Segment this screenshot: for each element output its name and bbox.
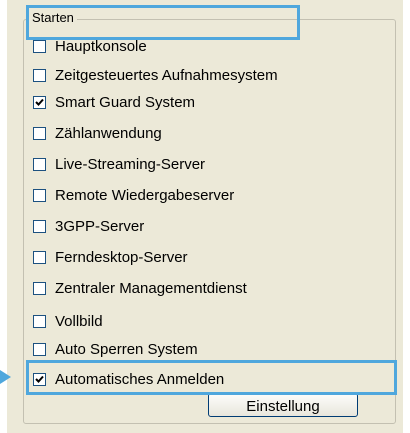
option-hauptkonsole[interactable]: Hauptkonsole: [33, 37, 147, 55]
option-remote-wiedergabeserver[interactable]: Remote Wiedergabeserver: [33, 186, 235, 204]
option-label: Zentraler Managementdienst: [55, 279, 247, 297]
einstellung-button[interactable]: Einstellung: [208, 393, 358, 417]
pointer-arrow-icon: [0, 370, 11, 384]
checkbox[interactable]: [33, 250, 46, 264]
option-ferndesktop-server[interactable]: Ferndesktop-Server: [33, 248, 188, 266]
highlight-box-starten: [26, 5, 300, 40]
checkbox[interactable]: [33, 188, 46, 202]
highlight-box-automatisches-anmelden: [26, 360, 397, 395]
option-label: Auto Sperren System: [55, 340, 198, 358]
option-label: Ferndesktop-Server: [55, 248, 188, 266]
option-label: Hauptkonsole: [55, 37, 147, 55]
checkbox[interactable]: [33, 95, 46, 109]
checkbox[interactable]: [33, 342, 46, 356]
option-label: Zählanwendung: [55, 124, 162, 142]
option-label: Live-Streaming-Server: [55, 155, 206, 173]
option-auto-sperren-system[interactable]: Auto Sperren System: [33, 340, 198, 358]
option-zentraler-managementdienst[interactable]: Zentraler Managementdienst: [33, 279, 247, 297]
option-vollbild[interactable]: Vollbild: [33, 312, 103, 330]
option-live-streaming-server[interactable]: Live-Streaming-Server: [33, 155, 206, 173]
option-3gpp-server[interactable]: 3GPP-Server: [33, 217, 145, 235]
option-label: Remote Wiedergabeserver: [55, 186, 235, 204]
checkbox[interactable]: [33, 126, 46, 140]
option-zaehlanwendung[interactable]: Zählanwendung: [33, 124, 162, 142]
checkbox[interactable]: [33, 68, 46, 82]
checkbox[interactable]: [33, 39, 46, 53]
option-label: Smart Guard System: [55, 93, 196, 111]
checkmark-icon: [35, 98, 44, 106]
checkbox[interactable]: [33, 157, 46, 171]
checkbox[interactable]: [33, 281, 46, 295]
checkbox[interactable]: [33, 219, 46, 233]
option-label: 3GPP-Server: [55, 217, 145, 235]
option-zeitgesteuertes-aufnahmesystem[interactable]: Zeitgesteuertes Aufnahmesystem: [33, 66, 278, 84]
option-smart-guard-system[interactable]: Smart Guard System: [33, 93, 196, 111]
checkbox[interactable]: [33, 314, 46, 328]
option-label: Vollbild: [55, 312, 103, 330]
option-label: Zeitgesteuertes Aufnahmesystem: [55, 66, 278, 84]
